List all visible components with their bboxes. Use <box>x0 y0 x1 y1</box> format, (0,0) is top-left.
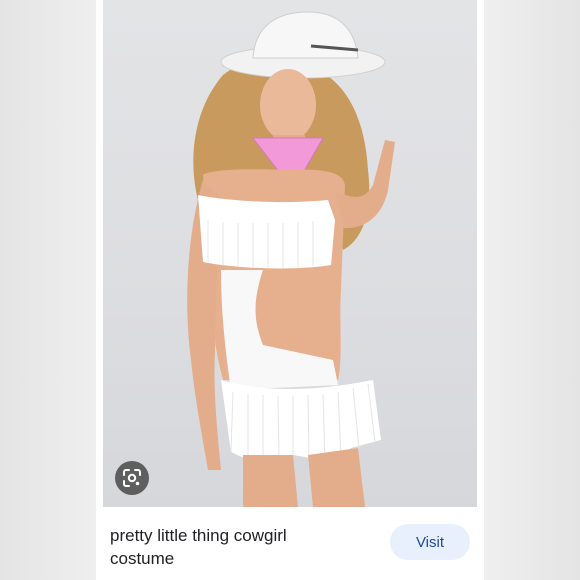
search-result-card[interactable]: pretty little thing cowgirl costume Visi… <box>96 0 484 580</box>
google-lens-icon <box>123 469 141 487</box>
image-viewer: pretty little thing cowgirl costume Visi… <box>0 0 580 580</box>
visit-button[interactable]: Visit <box>390 524 470 560</box>
blurred-background-left <box>0 0 96 580</box>
result-image[interactable] <box>103 0 477 507</box>
costume-photo <box>187 11 395 507</box>
result-title[interactable]: pretty little thing cowgirl costume <box>110 524 340 570</box>
google-lens-button[interactable] <box>115 461 149 495</box>
blurred-background-right <box>484 0 580 580</box>
